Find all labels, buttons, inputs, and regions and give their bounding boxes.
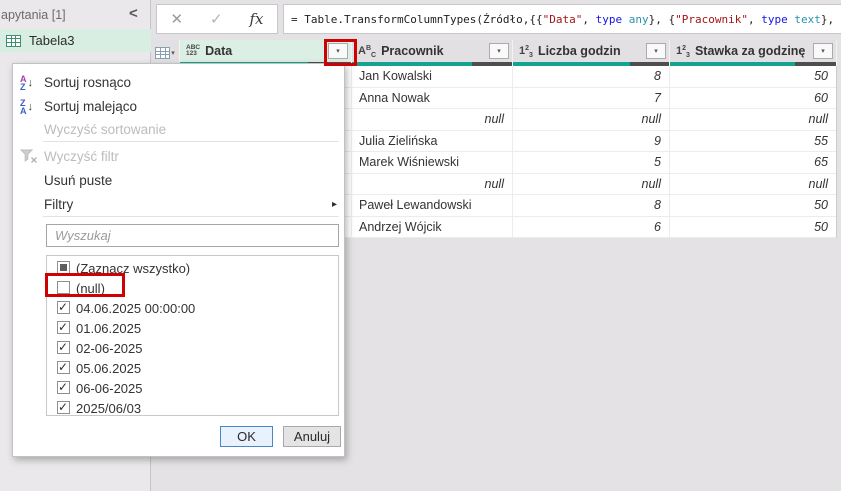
- menu-item-sort-descending[interactable]: ZA↓ Sortuj malejąco: [13, 94, 344, 119]
- type-number-icon: 123: [676, 44, 690, 59]
- menu-item-filters[interactable]: Filtry ▸: [13, 192, 344, 217]
- filter-value-item[interactable]: 05.06.2025: [47, 358, 338, 378]
- sort-ascending-icon: AZ↓: [20, 75, 33, 91]
- filter-value-item[interactable]: 04.06.2025 00:00:00: [47, 298, 338, 318]
- formula-input[interactable]: = Table.TransformColumnTypes(Źródło,{{"D…: [283, 4, 841, 34]
- filter-value-item[interactable]: 02-06-2025: [47, 338, 338, 358]
- menu-item-clear-sort: Wyczyść sortowanie: [13, 117, 344, 142]
- clear-filter-icon: [20, 149, 40, 164]
- column-header-stawka[interactable]: 123 Stawka za godzinę ▾: [670, 40, 837, 62]
- filter-button-liczba-godzin[interactable]: ▾: [646, 43, 666, 59]
- menu-item-remove-empty[interactable]: Usuń puste: [13, 168, 344, 193]
- collapse-pane-icon[interactable]: <: [129, 5, 138, 22]
- filter-button-stawka[interactable]: ▾: [813, 43, 833, 59]
- cancel-button[interactable]: Anuluj: [283, 426, 341, 447]
- value-checkbox[interactable]: [57, 321, 70, 334]
- table-header-row: ABC123 Data ▾ ABC Pracownik ▾ 123 Liczba…: [180, 40, 837, 62]
- commit-formula-icon[interactable]: ✓: [210, 10, 223, 28]
- filter-value-item[interactable]: 01.06.2025: [47, 318, 338, 338]
- table-corner-icon: [155, 47, 170, 59]
- menu-separator: [43, 141, 339, 142]
- formula-text: = Table.TransformColumnTypes(Źródło,{{: [291, 13, 543, 26]
- red-highlight-null-checkbox: [45, 273, 125, 297]
- value-checkbox[interactable]: [57, 381, 70, 394]
- column-header-pracownik[interactable]: ABC Pracownik ▾: [352, 40, 513, 62]
- submenu-arrow-icon: ▸: [332, 199, 337, 210]
- filter-button-pracownik[interactable]: ▾: [489, 43, 509, 59]
- menu-separator: [43, 216, 339, 217]
- table-menu-arrow-icon: ▾: [171, 49, 175, 57]
- search-input[interactable]: [46, 224, 339, 247]
- column-header-liczba-godzin[interactable]: 123 Liczba godzin ▾: [513, 40, 670, 62]
- queries-header: apytania [1]: [1, 8, 66, 22]
- value-checkbox[interactable]: [57, 401, 70, 414]
- type-number-icon: 123: [519, 44, 533, 59]
- type-text-icon: ABC: [358, 44, 376, 59]
- filter-value-item[interactable]: 06-06-2025: [47, 378, 338, 398]
- formula-toolbar: ✕ ✓ fx: [156, 4, 278, 34]
- menu-item-sort-ascending[interactable]: AZ↓ Sortuj rosnąco: [13, 70, 344, 95]
- cancel-formula-icon[interactable]: ✕: [170, 10, 183, 28]
- filter-menu: AZ↓ Sortuj rosnąco ZA↓ Sortuj malejąco W…: [12, 63, 345, 457]
- value-checkbox[interactable]: [57, 341, 70, 354]
- filter-value-item[interactable]: 2025/06/03: [47, 398, 338, 416]
- sort-descending-icon: ZA↓: [20, 99, 33, 115]
- type-any-icon: ABC123: [186, 45, 200, 57]
- query-item-tabela3[interactable]: Tabela3: [0, 29, 151, 52]
- value-checkbox[interactable]: [57, 301, 70, 314]
- fx-icon[interactable]: fx: [250, 10, 264, 28]
- ok-button[interactable]: OK: [220, 426, 273, 447]
- red-highlight-data-filter-button: [324, 39, 357, 66]
- power-query-editor-window: apytania [1] < Tabela3 ✕ ✓ fx = Table.Tr…: [0, 0, 841, 491]
- value-checkbox[interactable]: [57, 361, 70, 374]
- menu-item-clear-filter: Wyczyść filtr: [13, 144, 344, 169]
- table-icon: [6, 35, 21, 47]
- query-name: Tabela3: [29, 33, 75, 48]
